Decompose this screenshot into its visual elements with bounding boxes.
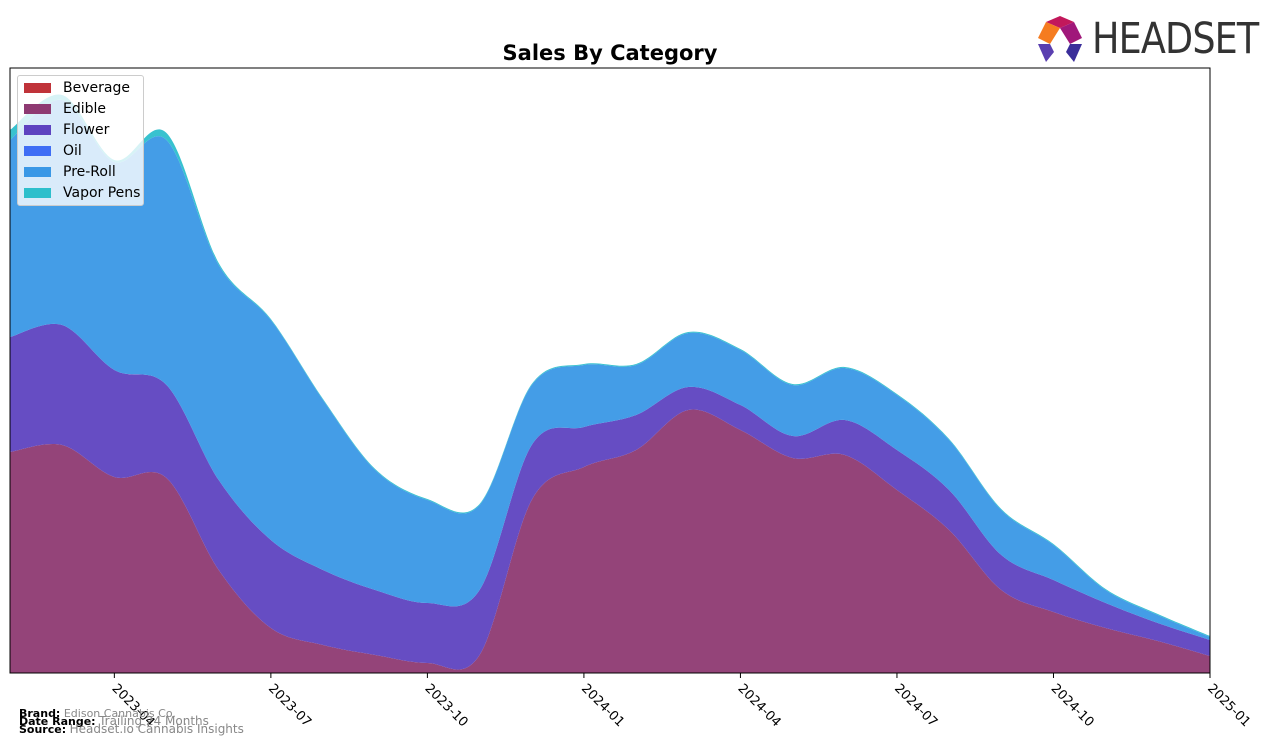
x-tick-label: 2023-07 <box>265 681 314 730</box>
legend-swatch <box>24 167 51 177</box>
legend-label: Pre-Roll <box>63 164 116 180</box>
legend-item-edible: Edible <box>24 101 106 117</box>
legend-label: Edible <box>63 101 107 117</box>
headset-logo-icon <box>1038 16 1082 62</box>
legend: Beverage Edible Flower Oil Pre-Roll Vapor Pen… <box>17 75 144 206</box>
x-tick-label: 2024-10 <box>1048 681 1097 730</box>
legend-swatch <box>24 188 51 198</box>
legend-label: Flower <box>63 122 110 138</box>
legend-label: Oil <box>63 143 82 159</box>
sales-by-category-chart: Sales By Category 2023-04 2023-07 2023-10 2… <box>9 41 1253 730</box>
legend-label: Vapor Pens <box>63 185 141 201</box>
legend-item-beverage: Beverage <box>24 80 130 96</box>
legend-swatch <box>24 146 51 156</box>
legend-item-pre-roll: Pre-Roll <box>24 164 116 180</box>
chart-title: Sales By Category <box>503 41 718 65</box>
headset-logo: HEADSET <box>1036 14 1276 64</box>
legend-item-flower: Flower <box>24 122 109 138</box>
x-tick-label: 2024-04 <box>735 681 784 730</box>
legend-swatch <box>24 125 51 135</box>
x-tick-label: 2024-01 <box>578 681 627 730</box>
x-tick-label: 2024-07 <box>891 681 940 730</box>
legend-item-vapor-pens: Vapor Pens <box>24 185 140 201</box>
x-tick-label: 2025-01 <box>1204 681 1253 730</box>
legend-swatch <box>24 83 51 93</box>
legend-swatch <box>24 104 51 114</box>
footer-source: Source: Headset.io Cannabis Insights <box>19 722 244 736</box>
legend-item-oil: Oil <box>24 143 82 159</box>
legend-label: Beverage <box>63 80 130 96</box>
x-tick-label: 2023-10 <box>422 681 471 730</box>
